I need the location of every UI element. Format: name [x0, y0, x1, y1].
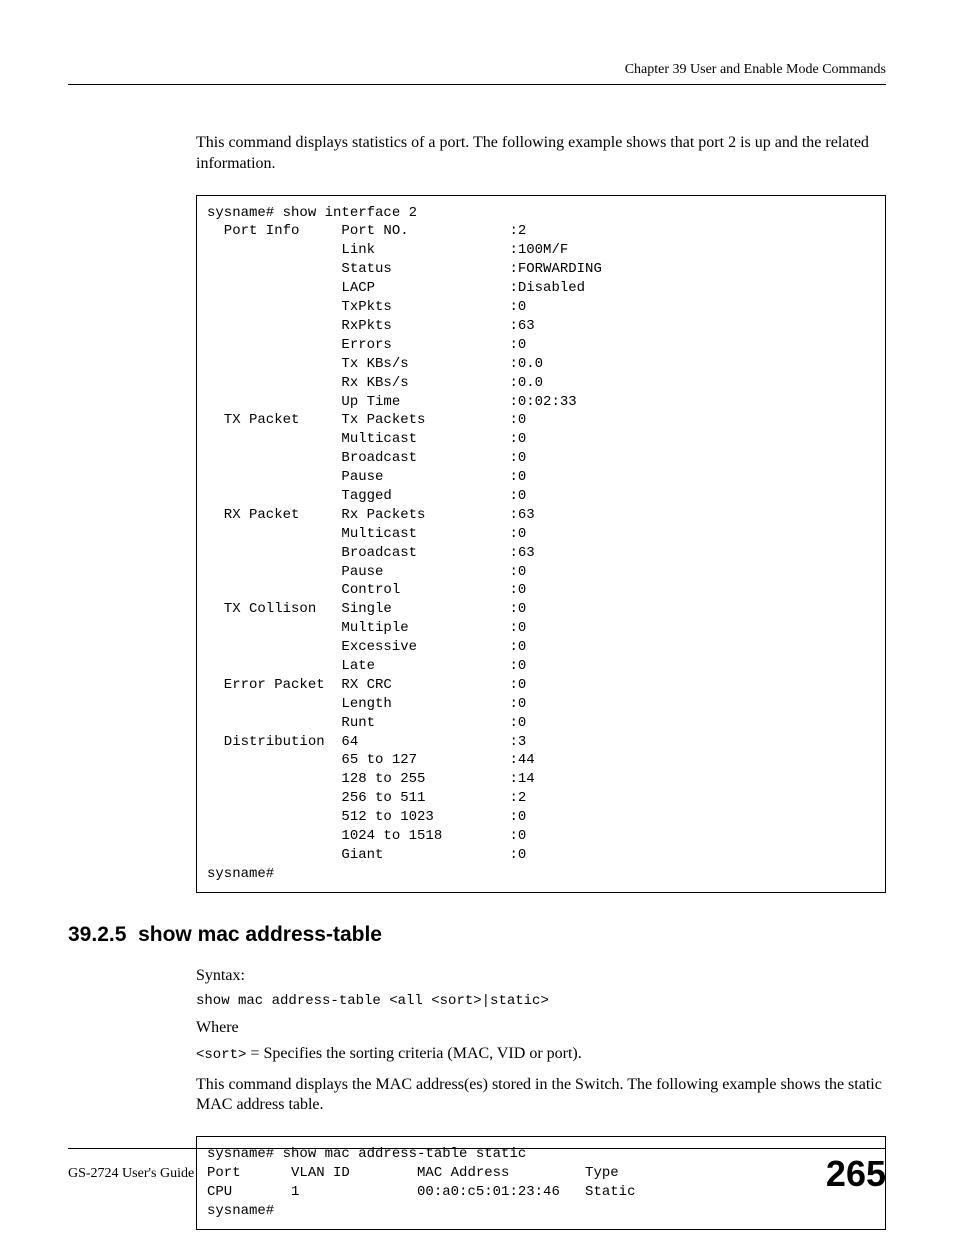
intro-paragraph: This command displays statistics of a po… — [196, 133, 886, 175]
desc-paragraph: This command displays the MAC address(es… — [196, 1075, 886, 1117]
chapter-header: Chapter 39 User and Enable Mode Commands — [68, 62, 886, 85]
section-heading: 39.2.5 show mac address-table — [68, 923, 886, 947]
footer-guide: GS-2724 User's Guide — [68, 1166, 194, 1182]
where-label: Where — [196, 1019, 886, 1037]
page-number: 265 — [826, 1153, 886, 1195]
sort-desc: <sort> = Specifies the sorting criteria … — [196, 1045, 886, 1063]
sort-desc-text: = Specifies the sorting criteria (MAC, V… — [246, 1045, 581, 1062]
footer: GS-2724 User's Guide 265 — [68, 1148, 886, 1195]
section-title: show mac address-table — [138, 923, 382, 946]
sort-param: <sort> — [196, 1047, 246, 1063]
syntax-label: Syntax: — [196, 967, 886, 985]
section-number: 39.2.5 — [68, 923, 126, 946]
syntax-line: show mac address-table <all <sort>|stati… — [196, 993, 886, 1009]
code-block-interface: sysname# show interface 2 Port Info Port… — [196, 195, 886, 893]
